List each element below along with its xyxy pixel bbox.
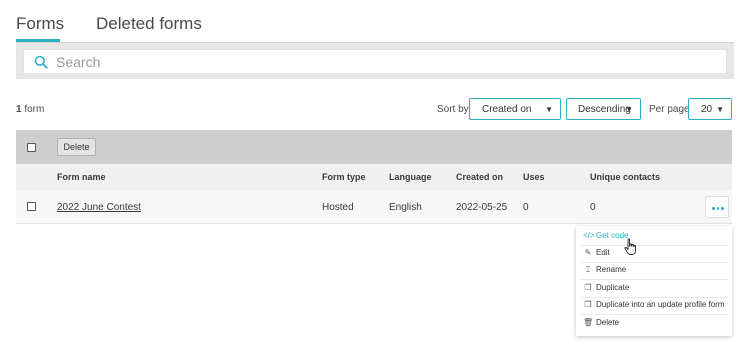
uses-cell: 0 xyxy=(523,202,529,213)
rename-icon: ⌶ xyxy=(585,265,591,274)
form-count-unit: form xyxy=(24,104,45,115)
search-box[interactable] xyxy=(23,49,727,74)
column-header-created-on[interactable]: Created on xyxy=(456,172,503,182)
chevron-down-icon: ▼ xyxy=(716,105,724,114)
row-checkbox[interactable] xyxy=(27,202,36,211)
menu-item-label: Delete xyxy=(596,318,620,327)
menu-item-label: Duplicate xyxy=(596,283,630,292)
tab-deleted-forms[interactable]: Deleted forms xyxy=(96,14,202,34)
row-actions-menu: </> Get code ✎ Edit ⌶ Rename ❐ Duplicate… xyxy=(576,226,732,336)
column-header-language[interactable]: Language xyxy=(389,172,432,182)
more-dots-icon xyxy=(712,207,715,210)
form-count: 1 form xyxy=(16,104,44,115)
form-name-link[interactable]: 2022 June Contest xyxy=(57,202,141,213)
tab-bar: Forms Deleted forms xyxy=(16,0,734,42)
bulk-action-toolbar: Delete xyxy=(16,130,732,164)
hand-cursor-icon xyxy=(624,238,636,255)
menu-item-get-code[interactable]: </> Get code xyxy=(576,228,732,245)
column-header-form-name[interactable]: Form name xyxy=(57,172,106,182)
per-page-value: 20 xyxy=(701,104,713,115)
menu-item-duplicate[interactable]: ❐ Duplicate xyxy=(576,280,732,297)
unique-contacts-cell: 0 xyxy=(590,202,596,213)
menu-item-label: Duplicate into an update profile form xyxy=(596,300,725,309)
trash-icon: 🗑 xyxy=(583,318,594,327)
sort-order-value: Descending xyxy=(578,104,631,115)
column-header-form-type[interactable]: Form type xyxy=(322,172,366,182)
sort-order-select[interactable]: Descending ▼ xyxy=(566,98,641,120)
column-header-unique-contacts[interactable]: Unique contacts xyxy=(590,172,660,182)
menu-item-edit[interactable]: ✎ Edit xyxy=(576,245,732,262)
menu-item-label: Edit xyxy=(596,248,610,257)
per-page-label: Per page: xyxy=(649,104,693,115)
sort-field-select[interactable]: Created on ▼ xyxy=(469,98,561,120)
search-input[interactable] xyxy=(56,52,716,72)
menu-item-delete[interactable]: 🗑 Delete xyxy=(576,315,732,332)
pencil-icon: ✎ xyxy=(584,248,592,257)
menu-item-label: Rename xyxy=(596,265,627,274)
duplicate-icon: ❐ xyxy=(584,283,592,292)
created-on-cell: 2022-05-25 xyxy=(456,202,508,213)
column-header-uses[interactable]: Uses xyxy=(523,172,545,182)
sort-field-value: Created on xyxy=(482,104,532,115)
select-all-checkbox[interactable] xyxy=(27,143,36,152)
sort-by-label: Sort by: xyxy=(437,104,472,115)
search-icon xyxy=(34,55,48,69)
duplicate-icon: ❐ xyxy=(584,300,592,309)
chevron-down-icon: ▼ xyxy=(625,105,633,114)
more-dots-icon xyxy=(716,207,719,210)
tab-forms[interactable]: Forms xyxy=(16,14,64,34)
search-bar xyxy=(16,42,734,79)
code-icon: </> xyxy=(583,231,595,240)
form-count-number: 1 xyxy=(16,104,22,115)
per-page-select[interactable]: 20 ▼ xyxy=(688,98,732,120)
more-actions-button[interactable] xyxy=(705,196,729,218)
menu-item-rename[interactable]: ⌶ Rename xyxy=(576,262,732,279)
more-dots-icon xyxy=(721,207,724,210)
table-row: 2022 June Contest Hosted English 2022-05… xyxy=(16,190,732,224)
form-type-cell: Hosted xyxy=(322,202,354,213)
table-header: Form name Form type Language Created on … xyxy=(16,164,732,190)
menu-item-duplicate-update-profile[interactable]: ❐ Duplicate into an update profile form xyxy=(576,297,732,314)
chevron-down-icon: ▼ xyxy=(545,105,553,114)
delete-button[interactable]: Delete xyxy=(57,138,96,156)
language-cell: English xyxy=(389,202,422,213)
